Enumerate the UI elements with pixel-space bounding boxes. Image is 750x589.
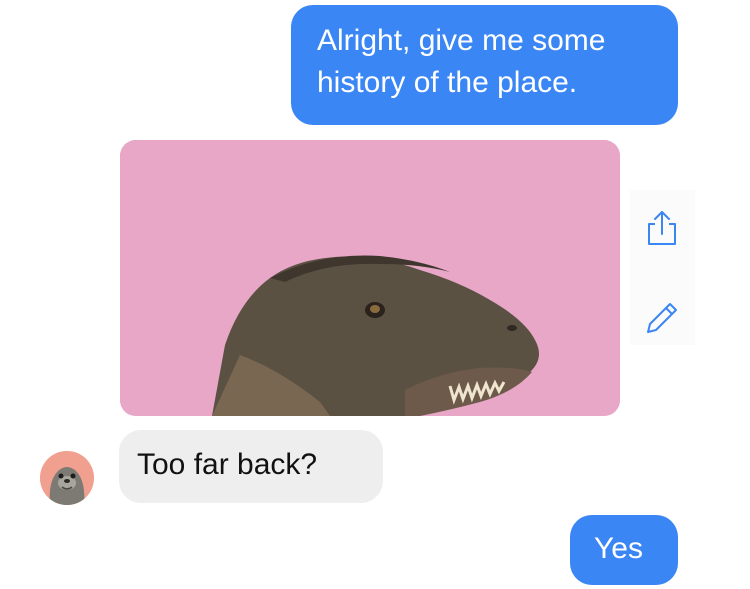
share-button[interactable] xyxy=(642,208,682,248)
message-text: Yes xyxy=(594,532,643,565)
gif-message-trex[interactable] xyxy=(120,140,620,416)
message-text: Alright, give me some history of the pla… xyxy=(317,24,606,99)
chat-thread: Alright, give me some history of the pla… xyxy=(0,0,750,589)
contact-avatar[interactable] xyxy=(40,451,94,505)
outgoing-message-bubble[interactable]: Alright, give me some history of the pla… xyxy=(291,5,678,125)
incoming-message-bubble[interactable]: Too far back? xyxy=(119,430,383,503)
share-icon xyxy=(648,211,676,245)
edit-pencil-icon xyxy=(647,303,677,333)
outgoing-message-bubble[interactable]: Yes xyxy=(570,515,678,585)
message-text: Too far back? xyxy=(137,448,318,481)
t-rex-gif-image xyxy=(120,140,620,416)
message-actions xyxy=(630,190,695,345)
edit-button[interactable] xyxy=(642,298,682,338)
seal-avatar-icon xyxy=(40,451,94,505)
